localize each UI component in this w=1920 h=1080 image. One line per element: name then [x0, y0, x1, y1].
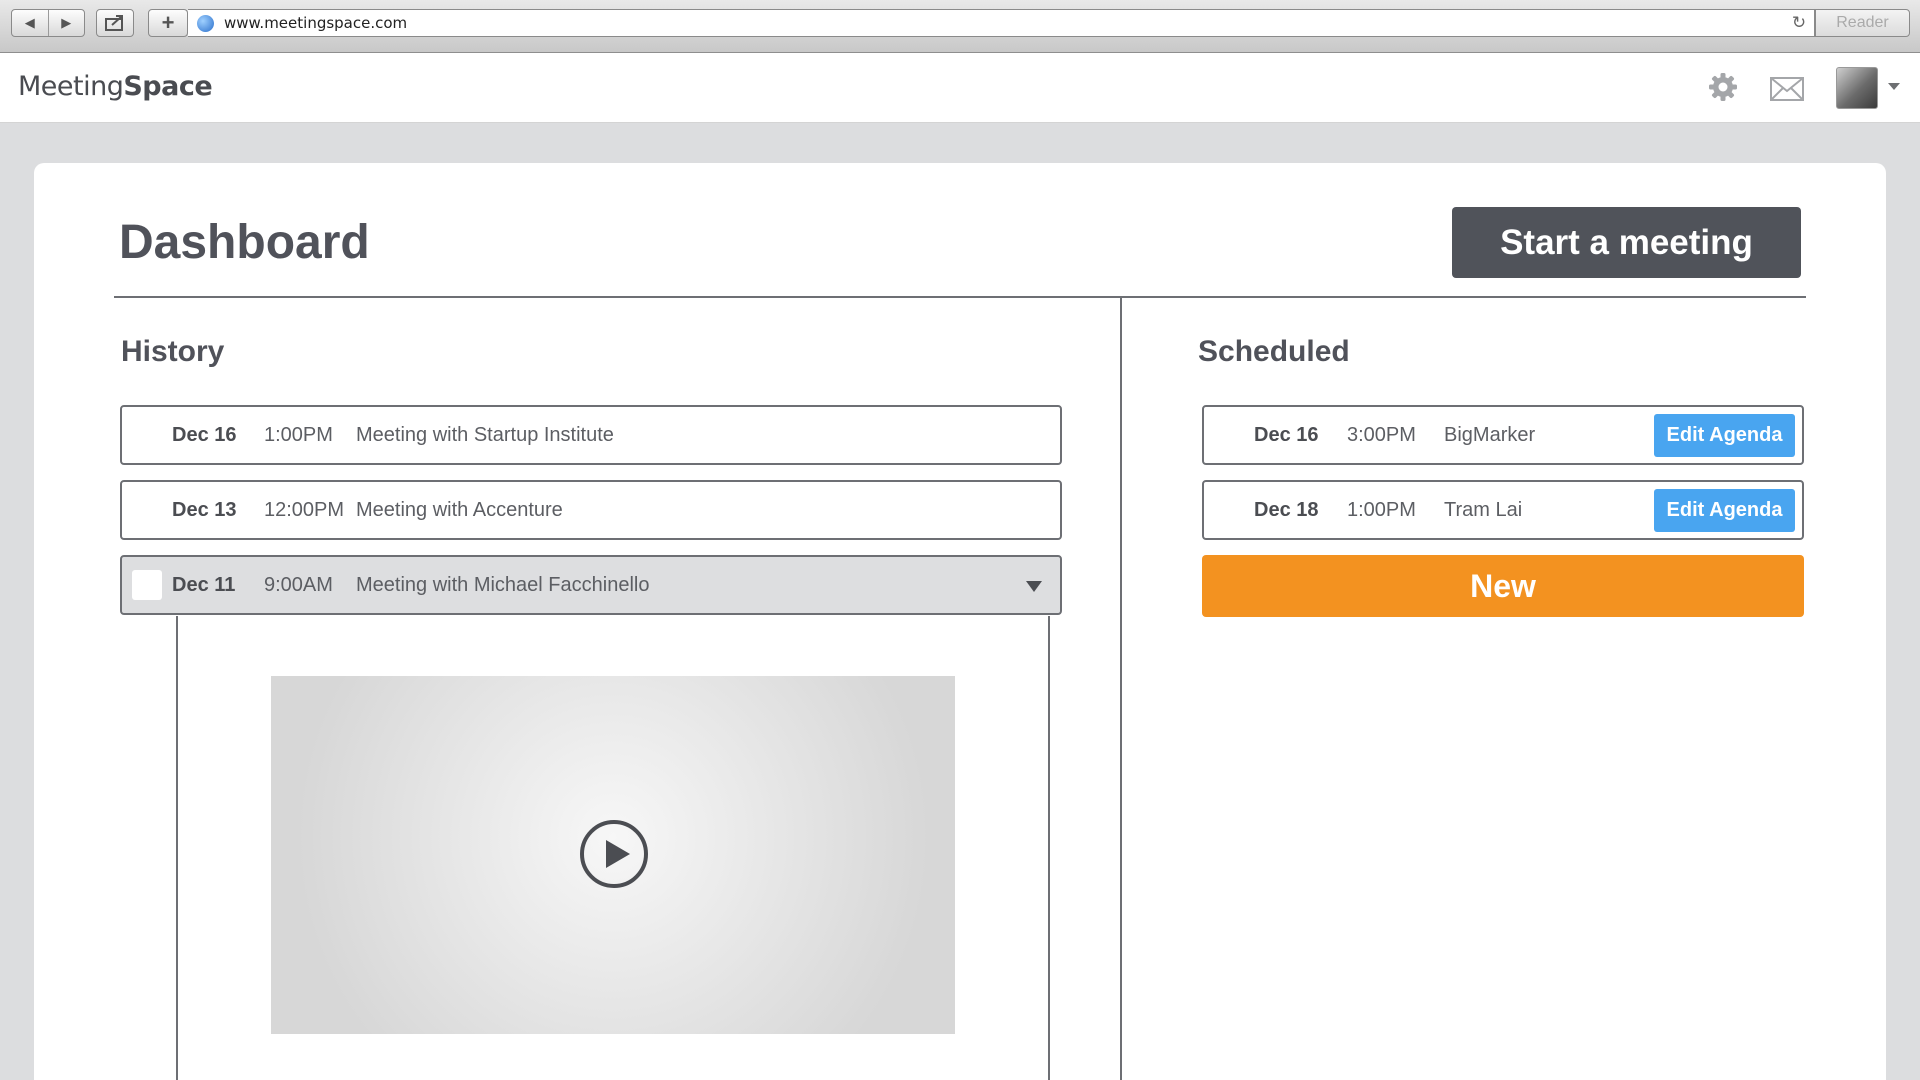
- meeting-time: 1:00PM: [264, 423, 333, 446]
- meeting-date: Dec 16: [1254, 423, 1319, 446]
- start-meeting-button[interactable]: Start a meeting: [1452, 207, 1801, 278]
- share-button[interactable]: [96, 9, 134, 37]
- dashboard-card: Dashboard Start a meeting History Dec 16…: [34, 163, 1886, 1080]
- edit-agenda-button[interactable]: Edit Agenda: [1654, 489, 1795, 532]
- scheduled-row[interactable]: Dec 16 3:00PM BigMarker Edit Agenda: [1202, 405, 1804, 465]
- history-row[interactable]: Dec 13 12:00PM Meeting with Accenture: [120, 480, 1062, 540]
- back-icon[interactable]: ◀: [12, 15, 48, 31]
- share-icon: [105, 15, 123, 31]
- chevron-down-icon[interactable]: [1888, 83, 1900, 90]
- meeting-time: 9:00AM: [264, 573, 333, 596]
- history-heading: History: [121, 335, 225, 368]
- gear-icon[interactable]: [1708, 72, 1738, 102]
- new-meeting-button[interactable]: New: [1202, 555, 1804, 617]
- reload-icon[interactable]: ↻: [1784, 10, 1814, 36]
- history-row[interactable]: Dec 16 1:00PM Meeting with Startup Insti…: [120, 405, 1062, 465]
- recording-panel: [176, 616, 1050, 1080]
- url-text[interactable]: www.meetingspace.com: [224, 14, 407, 32]
- avatar[interactable]: [1836, 67, 1878, 109]
- meeting-time: 12:00PM: [264, 498, 345, 521]
- forward-icon[interactable]: ▶: [49, 15, 85, 31]
- meeting-time: 3:00PM: [1347, 423, 1416, 446]
- back-forward-buttons[interactable]: ◀ ▶: [11, 9, 85, 37]
- meeting-date: Dec 11: [172, 573, 236, 596]
- video-player[interactable]: [271, 676, 955, 1034]
- mail-icon[interactable]: [1770, 77, 1804, 101]
- meeting-title: Meeting with Accenture: [356, 498, 563, 521]
- logo-light-text: Meeting: [18, 71, 124, 102]
- meeting-title: Tram Lai: [1444, 498, 1523, 521]
- page-title: Dashboard: [119, 216, 370, 269]
- history-row-expanded[interactable]: Dec 11 9:00AM Meeting with Michael Facch…: [120, 555, 1062, 615]
- new-tab-button[interactable]: +: [148, 9, 188, 37]
- logo-bold-text: Space: [123, 71, 213, 102]
- reader-button[interactable]: Reader: [1815, 9, 1910, 37]
- app-logo[interactable]: MeetingSpace: [18, 71, 213, 102]
- meeting-date: Dec 16: [172, 423, 237, 446]
- meeting-date: Dec 13: [172, 498, 237, 521]
- scheduled-row[interactable]: Dec 18 1:00PM Tram Lai Edit Agenda: [1202, 480, 1804, 540]
- collapse-caret-icon[interactable]: [1026, 581, 1042, 592]
- divider: [114, 296, 1806, 298]
- edit-agenda-button[interactable]: Edit Agenda: [1654, 414, 1795, 457]
- column-divider: [1120, 298, 1122, 1080]
- meeting-title: Meeting with Michael Facchinello: [356, 573, 650, 596]
- meeting-title: Meeting with Startup Institute: [356, 423, 614, 446]
- plus-icon: +: [161, 10, 175, 35]
- browser-toolbar: ◀ ▶ + www.meetingspace.com ↻ Reader: [0, 0, 1920, 53]
- globe-icon: [197, 14, 214, 32]
- meeting-time: 1:00PM: [1347, 498, 1416, 521]
- row-checkbox[interactable]: [132, 570, 162, 600]
- scheduled-heading: Scheduled: [1198, 335, 1350, 368]
- meeting-date: Dec 18: [1254, 498, 1319, 521]
- play-icon[interactable]: [579, 819, 649, 889]
- app-header: MeetingSpace: [0, 53, 1920, 123]
- address-bar[interactable]: www.meetingspace.com ↻: [188, 9, 1815, 37]
- meeting-title: BigMarker: [1444, 423, 1536, 446]
